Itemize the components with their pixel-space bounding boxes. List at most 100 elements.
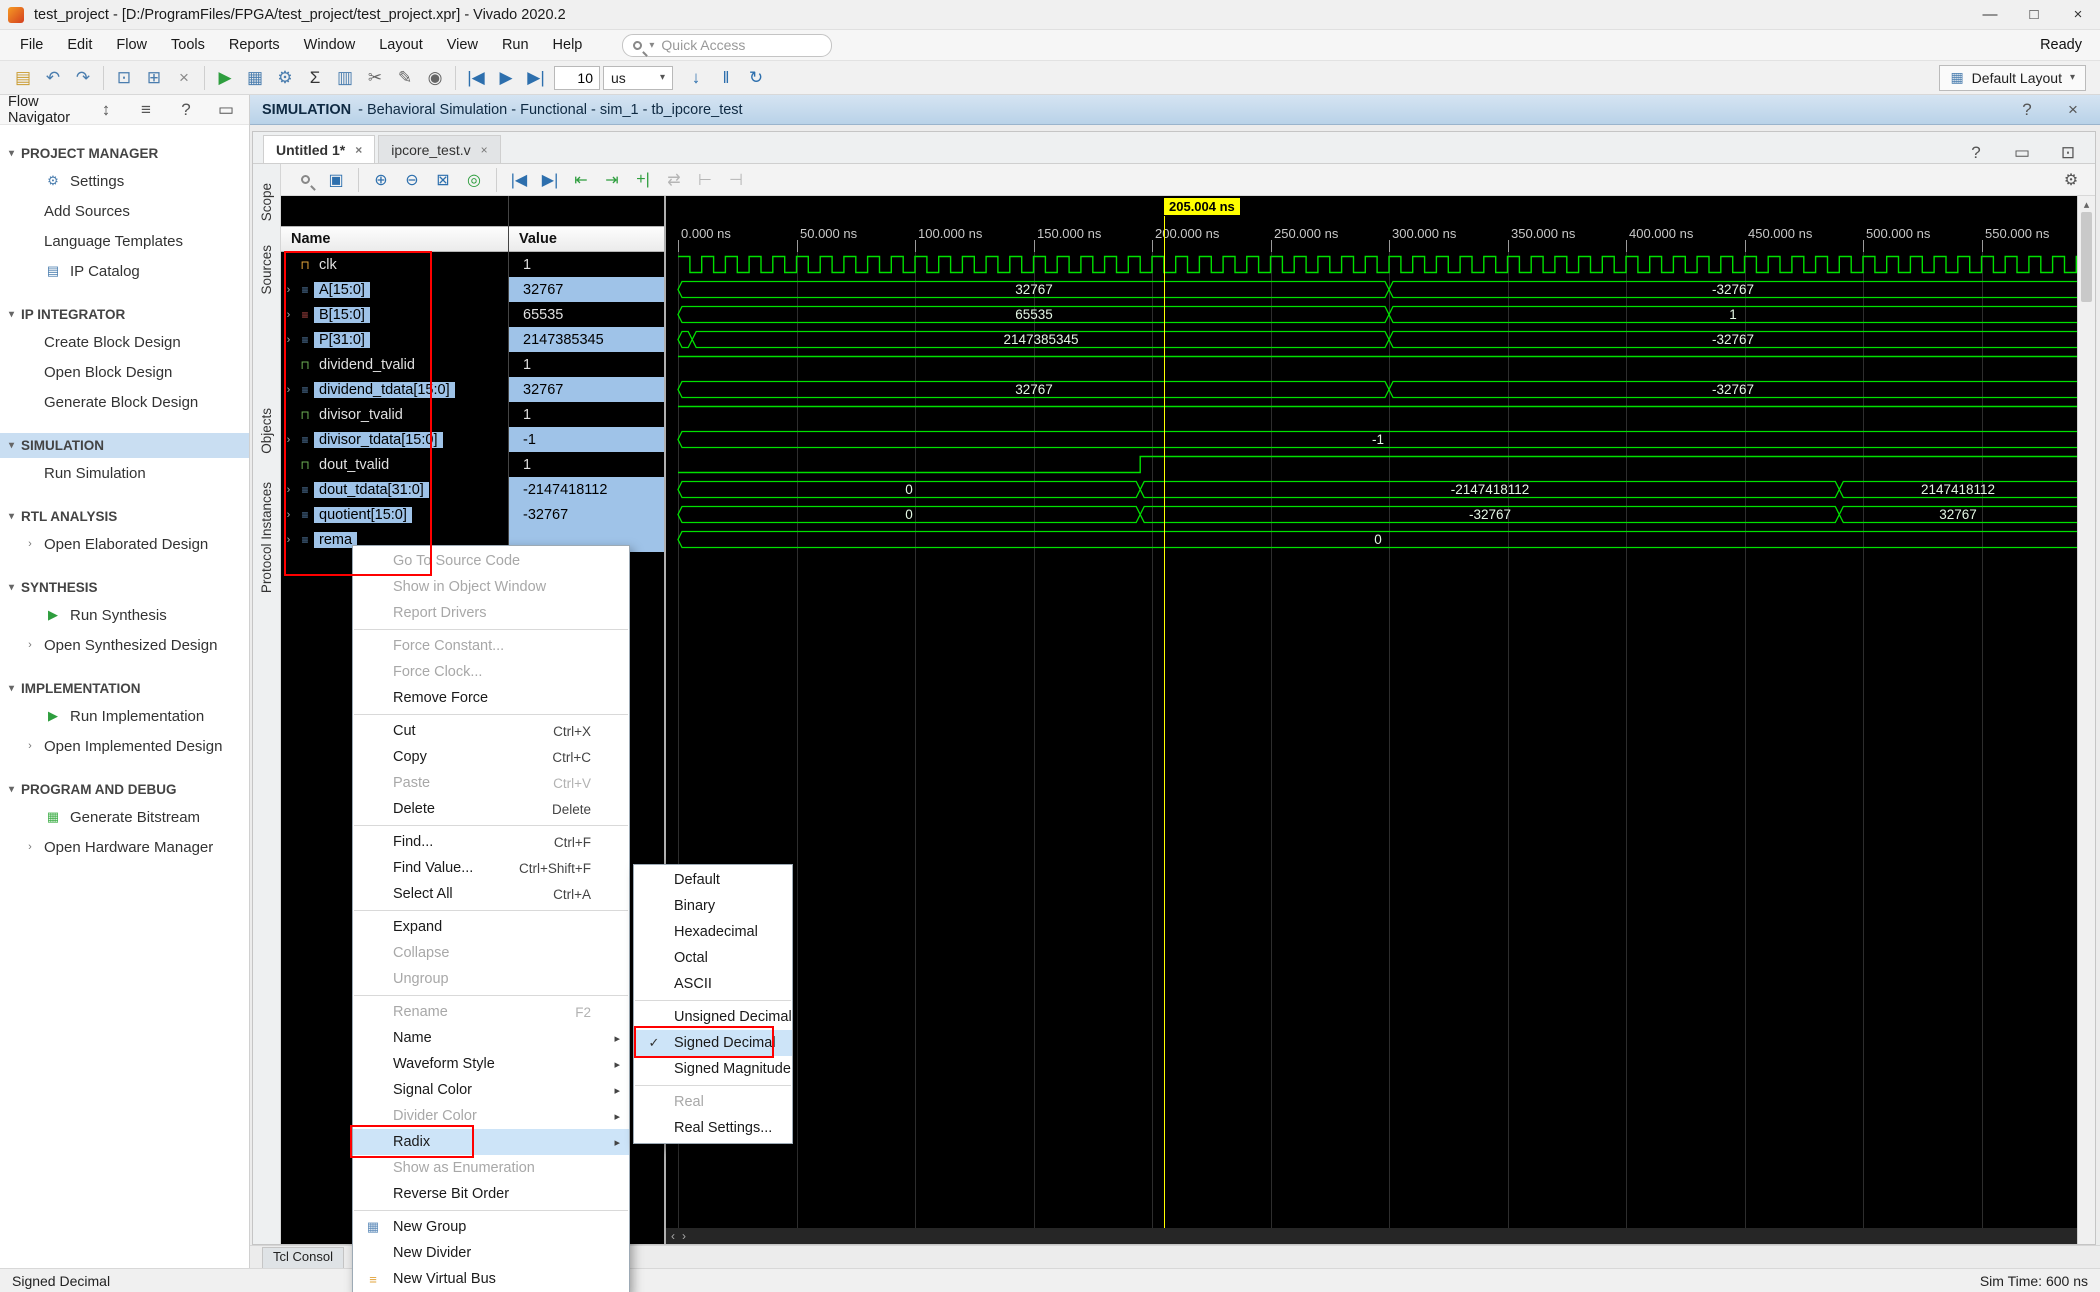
sum-icon[interactable]: Σ (300, 64, 330, 92)
collapse-all-icon[interactable]: ↕ (91, 96, 121, 124)
name-column-header[interactable]: Name (281, 226, 508, 252)
menu-item-new-virtual-bus[interactable]: ≡New Virtual Bus (353, 1266, 629, 1292)
float-icon[interactable]: ▭ (2007, 139, 2037, 167)
signal-row-clk[interactable]: ⊓clk (281, 252, 508, 277)
expand-arrow-icon[interactable]: › (281, 309, 296, 321)
maximize-button[interactable]: □ (2012, 0, 2056, 29)
flow-item-ip-catalog[interactable]: ▤IP Catalog (0, 256, 249, 286)
pause-icon[interactable]: ‖ (711, 64, 741, 92)
help-icon[interactable]: ? (171, 96, 201, 124)
side-tab-objects[interactable]: Objects (259, 399, 274, 463)
signal-value-dividend-tdata-15-0[interactable]: 32767 (509, 377, 664, 402)
expand-arrow-icon[interactable]: › (281, 334, 296, 346)
signal-value-dividend-tvalid[interactable]: 1 (509, 352, 664, 377)
side-tab-protocol-instances[interactable]: Protocol Instances (259, 473, 274, 602)
signal-value-clk[interactable]: 1 (509, 252, 664, 277)
menubar-reports[interactable]: Reports (217, 37, 292, 53)
help-icon[interactable]: ? (1961, 139, 1991, 167)
open-project-icon[interactable]: ▤ (8, 64, 38, 92)
signal-row-a-15-0[interactable]: ›≡A[15:0] (281, 277, 508, 302)
run-all-icon[interactable]: ▶ (491, 64, 521, 92)
signal-value-a-15-0[interactable]: 32767 (509, 277, 664, 302)
menu-item-cut[interactable]: CutCtrl+X (353, 718, 629, 744)
flow-item-language-templates[interactable]: Language Templates (0, 226, 249, 256)
flow-section-header-project-manager[interactable]: ▾PROJECT MANAGER (0, 141, 249, 166)
menubar-run[interactable]: Run (490, 37, 541, 53)
menu-item-copy[interactable]: CopyCtrl+C (353, 744, 629, 770)
waveform-settings-icon[interactable]: ⚙ (2057, 166, 2085, 194)
horizontal-scrollbar[interactable]: ‹› (666, 1228, 2077, 1244)
run-icon[interactable]: ▶ (210, 64, 240, 92)
edit-icon[interactable]: ✎ (390, 64, 420, 92)
signal-row-b-15-0[interactable]: ›≡B[15:0] (281, 302, 508, 327)
probe-icon[interactable]: ◉ (420, 64, 450, 92)
menubar-tools[interactable]: Tools (159, 37, 217, 53)
scrollbar-thumb[interactable] (2081, 212, 2092, 302)
flow-item-generate-bitstream[interactable]: ▦Generate Bitstream (0, 802, 249, 832)
settings-gear-icon[interactable]: ⚙ (270, 64, 300, 92)
flow-item-open-implemented-design[interactable]: ›Open Implemented Design (0, 731, 249, 761)
expand-arrow-icon[interactable]: › (281, 534, 296, 546)
maximize-icon[interactable]: ⊡ (2053, 139, 2083, 167)
menu-item-name[interactable]: Name▸ (353, 1025, 629, 1051)
flow-item-open-elaborated-design[interactable]: ›Open Elaborated Design (0, 529, 249, 559)
side-tab-scope[interactable]: Scope (259, 174, 274, 230)
signal-row-divisor-tvalid[interactable]: ⊓divisor_tvalid (281, 402, 508, 427)
delete-icon[interactable]: × (169, 64, 199, 92)
signal-row-divisor-tdata-15-0[interactable]: ›≡divisor_tdata[15:0] (281, 427, 508, 452)
search-icon[interactable] (291, 166, 319, 194)
radix-option-unsigned-decimal[interactable]: Unsigned Decimal (634, 1004, 792, 1030)
add-marker-icon[interactable]: +| (629, 166, 657, 194)
scroll-right-icon[interactable]: › (682, 1229, 686, 1243)
save-waveform-icon[interactable]: ▣ (322, 166, 350, 194)
menu-item-delete[interactable]: DeleteDelete (353, 796, 629, 822)
radix-option-signed-magnitude[interactable]: Signed Magnitude (634, 1056, 792, 1082)
close-icon[interactable]: × (481, 143, 488, 157)
menu-item-remove-force[interactable]: Remove Force (353, 685, 629, 711)
time-ruler[interactable]: 0.000 ns50.000 ns100.000 ns150.000 ns200… (666, 196, 2077, 252)
expand-arrow-icon[interactable]: › (281, 484, 296, 496)
flow-item-run-synthesis[interactable]: ▶Run Synthesis (0, 600, 249, 630)
minimize-icon[interactable]: ▭ (211, 96, 241, 124)
zoom-fit-icon[interactable]: ⊠ (429, 166, 457, 194)
menubar-file[interactable]: File (8, 37, 55, 53)
flow-item-run-simulation[interactable]: Run Simulation (0, 458, 249, 488)
relaunch-icon[interactable]: ↻ (741, 64, 771, 92)
menu-item-find[interactable]: Find...Ctrl+F (353, 829, 629, 855)
help-icon[interactable]: ? (2012, 96, 2042, 124)
flow-item-settings[interactable]: ⚙Settings (0, 166, 249, 196)
radix-option-signed-decimal[interactable]: ✓Signed Decimal (634, 1030, 792, 1056)
signal-row-dividend-tvalid[interactable]: ⊓dividend_tvalid (281, 352, 508, 377)
flow-section-header-simulation[interactable]: ▾SIMULATION (0, 433, 249, 458)
menubar-help[interactable]: Help (541, 37, 595, 53)
radix-option-octal[interactable]: Octal (634, 945, 792, 971)
undo-icon[interactable]: ↶ (38, 64, 68, 92)
menu-item-select-all[interactable]: Select AllCtrl+A (353, 881, 629, 907)
menu-item-expand[interactable]: Expand (353, 914, 629, 940)
menu-item-reverse-bit-order[interactable]: Reverse Bit Order (353, 1181, 629, 1207)
signal-value-dout-tvalid[interactable]: 1 (509, 452, 664, 477)
side-tab-sources[interactable]: Sources (259, 236, 274, 304)
zoom-to-cursor-icon[interactable]: ◎ (460, 166, 488, 194)
redo-icon[interactable]: ↷ (68, 64, 98, 92)
time-unit-select[interactable]: us ▾ (603, 66, 673, 90)
quick-access-search[interactable]: ▾ Quick Access (622, 34, 832, 57)
copy-icon[interactable]: ⊡ (109, 64, 139, 92)
signal-row-quotient-15-0[interactable]: ›≡quotient[15:0] (281, 502, 508, 527)
close-icon[interactable]: × (355, 143, 362, 157)
flow-item-create-block-design[interactable]: Create Block Design (0, 327, 249, 357)
close-icon[interactable]: × (2058, 96, 2088, 124)
radix-option-real-settings[interactable]: Real Settings... (634, 1115, 792, 1141)
report-icon[interactable]: ▥ (330, 64, 360, 92)
waveform-canvas[interactable]: 0.000 ns50.000 ns100.000 ns150.000 ns200… (666, 196, 2077, 1244)
menubar-flow[interactable]: Flow (104, 37, 159, 53)
radix-option-ascii[interactable]: ASCII (634, 971, 792, 997)
flow-item-open-block-design[interactable]: Open Block Design (0, 357, 249, 387)
paste-icon[interactable]: ⊞ (139, 64, 169, 92)
board-icon[interactable]: ▦ (240, 64, 270, 92)
flow-section-header-program-and-debug[interactable]: ▾PROGRAM AND DEBUG (0, 777, 249, 802)
signal-value-p-31-0[interactable]: 2147385345 (509, 327, 664, 352)
next-transition-icon[interactable]: ⇥ (598, 166, 626, 194)
flow-item-add-sources[interactable]: Add Sources (0, 196, 249, 226)
flow-item-open-synthesized-design[interactable]: ›Open Synthesized Design (0, 630, 249, 660)
